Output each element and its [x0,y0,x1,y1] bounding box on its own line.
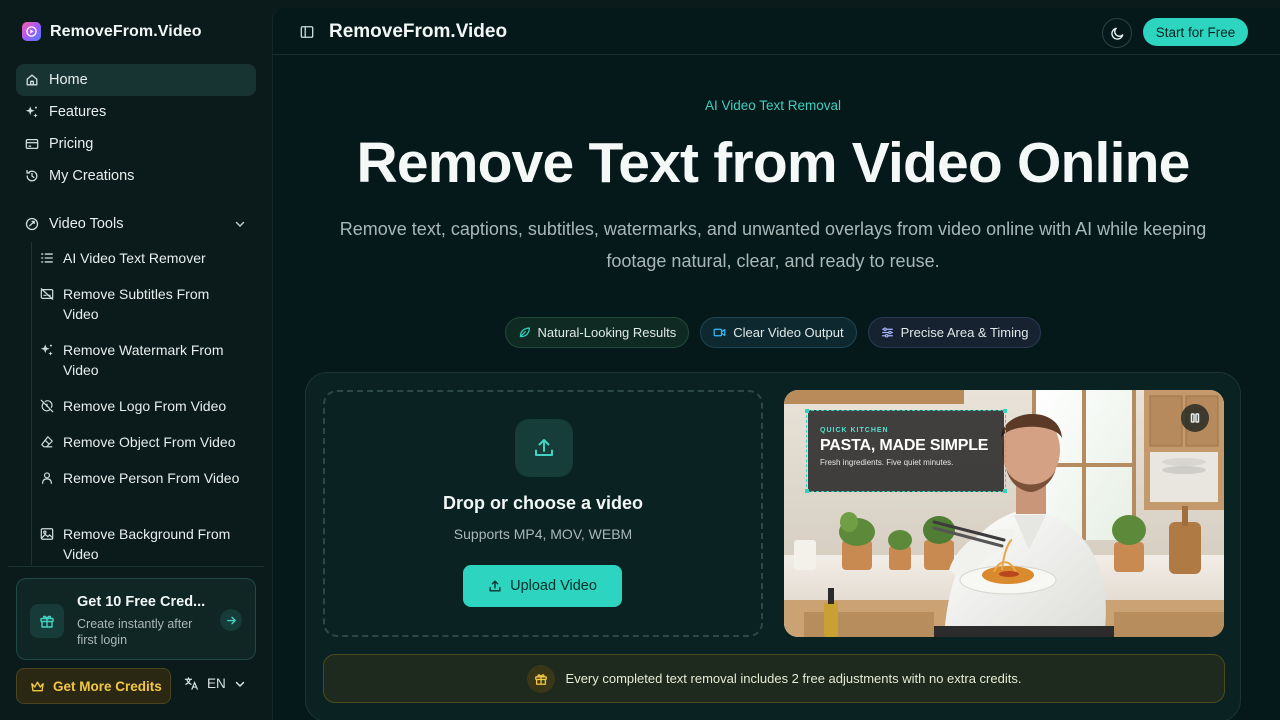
credits-card-subtitle: Create instantly after first login [77,617,193,647]
credits-card-title: Get 10 Free Cred... [77,594,206,610]
eraser-icon [41,436,53,448]
video-tools-list: AI Video Text Remover Remove Subtitles F… [31,242,256,565]
nav-item-home[interactable]: Home [16,64,256,96]
main-content: RemoveFrom.Video Start for Free AI Video… [272,8,1280,720]
credit-card-icon [25,138,39,150]
hero-title: Remove Text from Video Online [356,131,1190,195]
nav-item-pricing[interactable]: Pricing [16,128,256,160]
gift-icon [526,664,555,693]
hero-eyebrow: AI Video Text Removal [704,98,842,113]
tool-item-remove-background[interactable]: Remove Background From Video [32,524,256,564]
main-nav: Home Features Pricing My Creations [16,64,256,192]
brand-logo-icon [22,22,41,41]
theme-toggle-button[interactable] [1102,18,1132,48]
video-preview[interactable]: QUICK KITCHEN PASTA, MADE SIMPLE Fresh i… [784,390,1224,637]
selection-handle[interactable] [805,409,809,413]
section-label: Video Tools [49,216,124,232]
free-adjustments-notice: Every completed text removal includes 2 … [323,654,1225,703]
chip-natural-results: Natural-Looking Results [504,317,690,348]
get-more-credits-label: Get More Credits [53,678,162,694]
selection-handle[interactable] [805,489,809,493]
chip-label: Clear Video Output [733,325,844,340]
language-label: EN [207,676,226,691]
moon-icon [1110,27,1123,40]
get-more-credits-button[interactable]: Get More Credits [16,668,171,704]
tool-label: Remove Person From Video [63,470,240,486]
tool-label: Remove Subtitles From Video [63,286,210,322]
captions-off-icon [40,288,54,300]
dropzone-formats: Supports MP4, MOV, WEBM [453,526,633,542]
tool-label: Remove Background From Video [63,526,231,562]
sidebar-divider [8,566,264,567]
list-icon [41,253,53,263]
brand[interactable]: RemoveFrom.Video [22,22,202,41]
video-icon [713,328,726,337]
chip-clear-output: Clear Video Output [700,317,857,348]
sidebar: RemoveFrom.Video Home Features Pricing M… [0,0,272,720]
pause-icon [1190,413,1200,423]
notice-text: Every completed text removal includes 2 … [565,671,1022,686]
logo-off-icon [40,399,54,413]
chip-label: Natural-Looking Results [537,325,677,340]
tool-item-remove-watermark[interactable]: Remove Watermark From Video [32,340,256,380]
gift-icon [30,604,64,638]
tool-label: AI Video Text Remover [63,250,206,266]
nav-label: Features [49,104,107,120]
tool-label: Remove Watermark From Video [63,342,224,378]
chip-precise-area-timing: Precise Area & Timing [867,317,1042,348]
free-credits-card[interactable]: Get 10 Free Cred... Create instantly aft… [16,578,256,660]
translate-icon [184,677,198,690]
selection-handle[interactable] [1003,409,1007,413]
arrow-right-icon[interactable] [220,609,242,631]
chevron-down-icon [235,221,245,228]
feature-chips: Natural-Looking Results Clear Video Outp… [273,317,1273,348]
sliders-icon [881,327,893,338]
tool-label: Remove Object From Video [63,434,236,450]
pause-button[interactable] [1181,404,1209,432]
upload-button-label: Upload Video [510,578,597,594]
video-tools-section-header[interactable]: Video Tools [16,208,256,240]
chevron-down-icon [235,681,245,687]
tools-icon [25,217,39,231]
nav-label: My Creations [49,168,135,184]
tool-label: Remove Logo From Video [63,398,227,414]
video-dropzone[interactable]: Drop or choose a video Supports MP4, MOV… [323,390,763,637]
history-icon [26,169,38,182]
chip-label: Precise Area & Timing [900,325,1029,340]
upload-icon [515,419,573,477]
sparkles-icon [25,106,38,118]
nav-item-my-creations[interactable]: My Creations [16,160,256,192]
tool-item-remove-object[interactable]: Remove Object From Video [32,432,256,452]
tool-item-remove-person[interactable]: Remove Person From Video [32,468,256,488]
upload-icon [489,580,501,592]
nav-label: Pricing [49,136,94,152]
crown-icon [31,681,44,691]
image-icon [40,528,54,540]
tool-item-remove-logo[interactable]: Remove Logo From Video [32,396,256,416]
sparkles-icon [40,344,53,356]
selection-box[interactable] [805,409,1007,493]
language-selector[interactable]: EN [184,676,246,691]
sidebar-toggle-icon[interactable] [300,25,314,39]
page-title: RemoveFrom.Video [329,21,508,42]
upload-video-button[interactable]: Upload Video [463,565,622,607]
topbar: RemoveFrom.Video Start for Free [273,8,1280,55]
selection-handle[interactable] [1003,489,1007,493]
leaf-icon [519,327,530,338]
tool-item-remove-subtitles[interactable]: Remove Subtitles From Video [32,284,256,324]
upload-panel: Drop or choose a video Supports MP4, MOV… [305,372,1241,720]
hero-subtitle: Remove text, captions, subtitles, waterm… [339,219,1207,271]
person-icon [42,472,52,484]
nav-item-features[interactable]: Features [16,96,256,128]
nav-label: Home [49,72,88,88]
dropzone-title: Drop or choose a video [442,493,644,513]
start-for-free-button[interactable]: Start for Free [1143,18,1248,46]
home-icon [26,74,38,86]
tool-item-ai-video-text-remover[interactable]: AI Video Text Remover [32,248,256,268]
brand-name: RemoveFrom.Video [50,22,202,40]
